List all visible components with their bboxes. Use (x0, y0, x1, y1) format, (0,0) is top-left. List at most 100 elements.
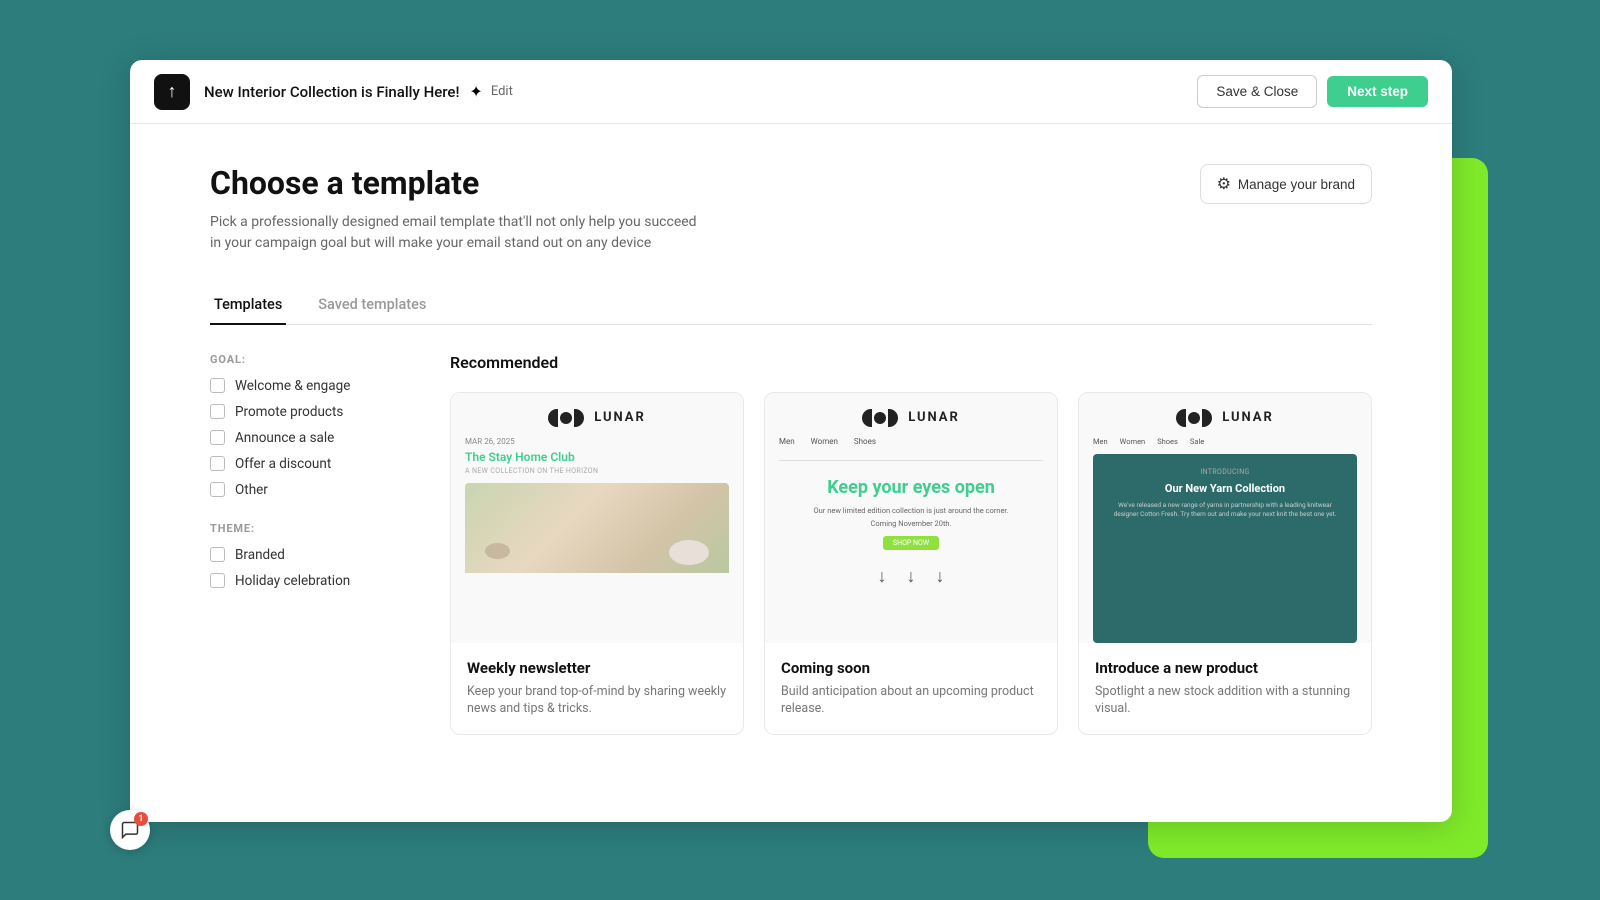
filter-checkbox-discount[interactable] (210, 456, 225, 471)
goal-label: GOAL: (210, 353, 410, 366)
page-header: Choose a template Pick a professionally … (210, 164, 1372, 254)
topbar: ↑ New Interior Collection is Finally Her… (130, 60, 1452, 124)
tpl1-logo: LUNAR (548, 409, 646, 427)
tpl1-subtitle: A NEW COLLECTION ON THE HORIZON (465, 467, 598, 475)
filter-label-welcome: Welcome & engage (235, 378, 350, 394)
theme-label: THEME: (210, 522, 410, 535)
filter-label-holiday: Holiday celebration (235, 573, 350, 589)
save-close-button[interactable]: Save & Close (1197, 75, 1317, 108)
next-step-button[interactable]: Next step (1327, 76, 1428, 107)
topbar-actions: Save & Close Next step (1197, 75, 1428, 108)
filter-label-discount: Offer a discount (235, 456, 331, 472)
tpl2-date: Coming November 20th. (870, 519, 951, 528)
template-info-2: Coming soon Build anticipation about an … (765, 643, 1057, 734)
template-card-coming-soon[interactable]: LUNAR Men Women Shoes Keep your eyes ope… (764, 392, 1058, 735)
manage-brand-label: Manage your brand (1238, 177, 1355, 192)
filter-checkbox-promote[interactable] (210, 404, 225, 419)
edit-link[interactable]: Edit (491, 84, 513, 99)
filter-label-other: Other (235, 482, 268, 498)
template-name-1: Weekly newsletter (467, 659, 727, 677)
tpl1-bowl-decoration (669, 540, 709, 565)
sparkle-icon: ✦ (469, 82, 482, 101)
filter-checkbox-sale[interactable] (210, 430, 225, 445)
main-window: ↑ New Interior Collection is Finally Her… (130, 60, 1452, 822)
arrow-right-icon: ↓ (936, 566, 945, 587)
app-logo: ↑ (154, 74, 190, 110)
main-content: Choose a template Pick a professionally … (130, 124, 1452, 822)
tpl1-small-bowl-decoration (485, 543, 510, 559)
tpl2-nav: Men Women Shoes (779, 437, 876, 446)
tab-templates[interactable]: Templates (210, 286, 286, 325)
template-preview-3: LUNAR Men Women Shoes Sale Introducing (1079, 393, 1371, 643)
template-info-3: Introduce a new product Spotlight a new … (1079, 643, 1371, 734)
manage-brand-button[interactable]: ⚙ Manage your brand (1200, 164, 1372, 204)
filter-promote[interactable]: Promote products (210, 404, 410, 420)
template-desc-2: Build anticipation about an upcoming pro… (781, 683, 1041, 718)
tpl1-image (465, 483, 729, 573)
filter-discount[interactable]: Offer a discount (210, 456, 410, 472)
template-card-introduce-product[interactable]: LUNAR Men Women Shoes Sale Introducing (1078, 392, 1372, 735)
filter-checkbox-other[interactable] (210, 482, 225, 497)
filter-sale[interactable]: Announce a sale (210, 430, 410, 446)
tpl2-nav-women: Women (811, 437, 838, 446)
sidebar-filters: GOAL: Welcome & engage Promote products … (210, 353, 410, 735)
arrow-down-icon: ↓ (907, 566, 916, 587)
tpl3-intro-text: Introducing (1200, 468, 1249, 476)
tpl2-divider (779, 460, 1043, 461)
tpl1-date: MAR 26, 2025 (465, 437, 515, 446)
tpl3-nav: Men Women Shoes Sale (1093, 437, 1204, 446)
arrow-left-icon: ↓ (878, 566, 887, 587)
tpl2-arrows: ↓ ↓ ↓ (878, 566, 945, 587)
tpl2-cta: SHOP NOW (883, 536, 939, 550)
tpl3-brand-name: LUNAR (1222, 410, 1274, 425)
templates-grid: LUNAR MAR 26, 2025 The Stay Home Club A … (450, 392, 1372, 735)
filter-label-promote: Promote products (235, 404, 343, 420)
filter-branded[interactable]: Branded (210, 547, 410, 563)
template-name-3: Introduce a new product (1095, 659, 1355, 677)
tpl3-hero-title: Our New Yarn Collection (1165, 482, 1285, 495)
tpl2-logo: LUNAR (862, 409, 960, 427)
tpl3-nav-women: Women (1120, 437, 1146, 446)
tab-saved-templates[interactable]: Saved templates (314, 286, 430, 325)
brand-icon: ⚙ (1217, 174, 1231, 194)
template-desc-3: Spotlight a new stock addition with a st… (1095, 683, 1355, 718)
tabs: Templates Saved templates (210, 286, 1372, 325)
tpl3-nav-men: Men (1093, 437, 1108, 446)
templates-area: Recommended (450, 353, 1372, 735)
goal-filter-group: GOAL: Welcome & engage Promote products … (210, 353, 410, 498)
tpl2-brand-name: LUNAR (908, 410, 960, 425)
filter-label-branded: Branded (235, 547, 285, 563)
template-preview-2: LUNAR Men Women Shoes Keep your eyes ope… (765, 393, 1057, 643)
tpl2-nav-men: Men (779, 437, 795, 446)
theme-filter-group: THEME: Branded Holiday celebration (210, 522, 410, 589)
tpl3-nav-sale: Sale (1190, 437, 1204, 446)
campaign-title: New Interior Collection is Finally Here! (204, 83, 459, 101)
chat-badge: 1 (134, 812, 148, 822)
page-title: Choose a template (210, 164, 710, 202)
template-preview-1: LUNAR MAR 26, 2025 The Stay Home Club A … (451, 393, 743, 643)
filter-welcome[interactable]: Welcome & engage (210, 378, 410, 394)
tpl2-heading: Keep your eyes open (827, 477, 995, 498)
tpl1-brand-name: LUNAR (594, 410, 646, 425)
tpl2-sub: Our new limited edition collection is ju… (814, 506, 1009, 515)
template-layout: GOAL: Welcome & engage Promote products … (210, 353, 1372, 735)
template-desc-1: Keep your brand top-of-mind by sharing w… (467, 683, 727, 718)
recommended-title: Recommended (450, 353, 1372, 372)
tpl3-nav-shoes: Shoes (1157, 437, 1178, 446)
filter-checkbox-welcome[interactable] (210, 378, 225, 393)
filter-other[interactable]: Other (210, 482, 410, 498)
tpl3-hero-body: We've released a new range of yarns in p… (1107, 501, 1343, 519)
filter-holiday[interactable]: Holiday celebration (210, 573, 410, 589)
page-header-text: Choose a template Pick a professionally … (210, 164, 710, 254)
template-name-2: Coming soon (781, 659, 1041, 677)
tpl3-hero: Introducing Our New Yarn Collection We'v… (1093, 454, 1357, 643)
template-info-1: Weekly newsletter Keep your brand top-of… (451, 643, 743, 734)
tpl2-nav-shoes: Shoes (854, 437, 876, 446)
page-description: Pick a professionally designed email tem… (210, 212, 710, 254)
template-card-weekly-newsletter[interactable]: LUNAR MAR 26, 2025 The Stay Home Club A … (450, 392, 744, 735)
tpl1-club-name: The Stay Home Club (465, 450, 575, 464)
tpl3-logo: LUNAR (1176, 409, 1274, 427)
filter-checkbox-holiday[interactable] (210, 573, 225, 588)
filter-checkbox-branded[interactable] (210, 547, 225, 562)
filter-label-sale: Announce a sale (235, 430, 334, 446)
